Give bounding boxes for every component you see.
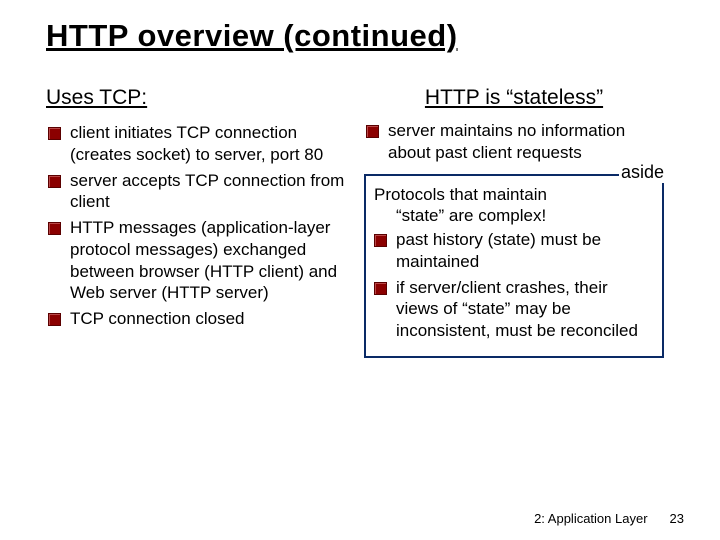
left-heading: Uses TCP:: [46, 86, 346, 110]
list-item: server accepts TCP connection from clien…: [46, 170, 346, 214]
aside-intro: Protocols that maintain “state” are comp…: [372, 184, 650, 228]
two-column-layout: Uses TCP: client initiates TCP connectio…: [46, 86, 680, 358]
right-bullet-list: server maintains no information about pa…: [364, 120, 664, 164]
page-number: 23: [670, 511, 684, 526]
list-item: HTTP messages (application-layer protoco…: [46, 217, 346, 304]
list-item: TCP connection closed: [46, 308, 346, 330]
chapter-label: 2: Application Layer: [534, 511, 647, 526]
aside-bullet-list: past history (state) must be maintained …: [372, 229, 650, 342]
list-item: if server/client crashes, their views of…: [372, 277, 650, 342]
left-column: Uses TCP: client initiates TCP connectio…: [46, 86, 346, 358]
list-item: past history (state) must be maintained: [372, 229, 650, 273]
aside-box: aside Protocols that maintain “state” ar…: [364, 174, 664, 358]
aside-intro-line1: Protocols that maintain: [374, 185, 547, 204]
slide-footer: 2: Application Layer 23: [534, 511, 684, 526]
aside-label: aside: [619, 162, 666, 183]
left-bullet-list: client initiates TCP connection (creates…: [46, 122, 346, 330]
list-item: server maintains no information about pa…: [364, 120, 664, 164]
slide-title: HTTP overview (continued): [46, 18, 680, 54]
aside-intro-line2: “state” are complex!: [374, 205, 650, 227]
right-column: HTTP is “stateless” server maintains no …: [364, 86, 664, 358]
list-item: client initiates TCP connection (creates…: [46, 122, 346, 166]
right-heading: HTTP is “stateless”: [364, 86, 664, 110]
